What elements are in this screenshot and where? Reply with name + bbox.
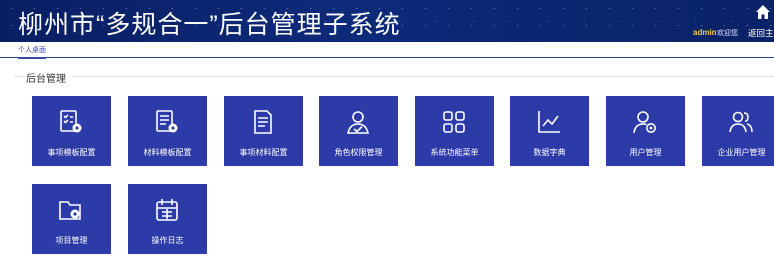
app-title: 柳州市“多规合一”后台管理子系统 — [18, 11, 401, 39]
tile-label: 操作日志 — [151, 236, 184, 245]
app-header: 柳州市“多规合一”后台管理子系统 admin 欢迎您 返回主页 — [0, 0, 774, 42]
welcome-text: 欢迎您 — [717, 30, 738, 37]
home-icon[interactable] — [755, 4, 771, 20]
tile-label: 角色权限管理 — [334, 148, 383, 157]
tile-enterprise-user-management[interactable]: 企业用户管理 — [702, 96, 774, 166]
tile-label: 项目管理 — [55, 236, 88, 245]
tile-data-dictionary[interactable]: 数据字典 — [510, 96, 589, 166]
tile-label: 数据字典 — [533, 148, 566, 157]
user-gear-icon — [631, 108, 659, 136]
tile-item-material-config[interactable]: 事项材料配置 — [224, 96, 303, 166]
document-icon — [249, 108, 277, 136]
tile-system-menu[interactable]: 系统功能菜单 — [415, 96, 494, 166]
users-group-icon — [727, 108, 755, 136]
section-divider — [14, 76, 774, 77]
line-chart-icon — [535, 108, 563, 136]
tile-item-template-config[interactable]: 事项模板配置 — [32, 96, 111, 166]
tile-user-management[interactable]: 用户管理 — [606, 96, 685, 166]
tile-operation-log[interactable]: 操作日志 — [128, 184, 207, 254]
tile-label: 事项材料配置 — [239, 148, 288, 157]
calendar-log-icon — [153, 196, 181, 224]
tile-project-management[interactable]: 项目管理 — [32, 184, 111, 254]
tile-label: 材料模板配置 — [143, 148, 192, 157]
back-home-link[interactable]: 返回主页 — [748, 27, 774, 39]
tile-label: 用户管理 — [629, 148, 662, 157]
document-gear-icon — [153, 108, 181, 136]
tile-material-template-config[interactable]: 材料模板配置 — [128, 96, 207, 166]
grid-menu-icon — [440, 108, 468, 136]
tile-label: 企业用户管理 — [717, 148, 766, 157]
tile-label: 系统功能菜单 — [430, 148, 479, 157]
folder-gear-icon — [57, 196, 85, 224]
tab-personal-desktop[interactable]: 个人桌面 — [18, 45, 46, 59]
tile-role-permission[interactable]: 角色权限管理 — [319, 96, 398, 166]
tile-label: 事项模板配置 — [47, 148, 96, 157]
tab-bar: 个人桌面 — [0, 42, 774, 59]
checklist-gear-icon — [57, 108, 85, 136]
current-user-name: admin — [693, 28, 717, 37]
section-title: 后台管理 — [26, 70, 72, 85]
user-check-icon — [344, 108, 372, 136]
